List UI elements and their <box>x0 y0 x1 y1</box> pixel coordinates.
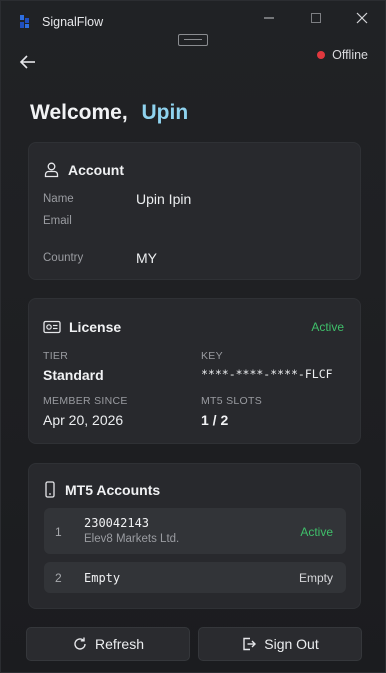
app-title: SignalFlow <box>42 15 104 29</box>
license-key-value: ****-****-****-FLCF <box>201 367 333 381</box>
license-status-badge: Active <box>311 320 344 334</box>
user-icon <box>44 162 59 178</box>
tier-label: TIER <box>43 350 69 362</box>
account-number: 230042143 <box>84 516 150 530</box>
account-card: Account Name Upin Ipin Email Country MY <box>28 142 361 280</box>
connection-status: Offline <box>317 48 368 62</box>
close-button[interactable] <box>350 9 374 27</box>
license-title: License <box>69 319 122 335</box>
minimize-icon <box>264 17 274 19</box>
maximize-button[interactable] <box>304 9 328 27</box>
welcome-username: Upin <box>141 101 189 124</box>
app-window: SignalFlow Offline Welcome, Upin Account… <box>0 0 386 673</box>
close-icon <box>356 12 368 24</box>
account-status-badge: Active <box>300 525 333 539</box>
mt5-account-row[interactable]: 1 230042143 Elev8 Markets Ltd. Active <box>44 508 346 554</box>
refresh-label: Refresh <box>94 636 145 652</box>
mt5-account-row[interactable]: 2 Empty Empty <box>44 562 346 593</box>
tier-value: Standard <box>43 367 104 383</box>
refresh-button[interactable]: Refresh <box>26 627 190 661</box>
sign-out-label: Sign Out <box>264 636 319 652</box>
sign-out-icon <box>243 637 257 651</box>
minimize-button[interactable] <box>257 9 281 27</box>
mt5-slots-value: 1 / 2 <box>201 412 229 428</box>
country-label: Country <box>43 252 84 264</box>
license-card: License Active TIER Standard KEY ****-**… <box>28 298 361 444</box>
account-index: 1 <box>55 525 62 539</box>
key-label: KEY <box>201 350 223 362</box>
maximize-icon <box>311 13 321 23</box>
member-since-label: MEMBER SINCE <box>43 395 128 407</box>
refresh-icon <box>74 637 86 650</box>
account-title: Account <box>68 161 124 178</box>
name-value: Upin Ipin <box>136 191 192 207</box>
status-label: Offline <box>332 48 368 62</box>
sign-out-button[interactable]: Sign Out <box>198 627 362 661</box>
account-card-header: Account <box>43 161 124 178</box>
mt5-title: MT5 Accounts <box>65 482 161 498</box>
email-label: Email <box>43 215 72 227</box>
title-bar[interactable]: SignalFlow <box>1 1 385 37</box>
account-status-badge: Empty <box>298 571 333 585</box>
mt5-card-header: MT5 Accounts <box>43 481 160 499</box>
back-button[interactable] <box>18 52 38 72</box>
drag-handle-icon[interactable] <box>178 34 208 46</box>
status-dot-icon <box>317 51 326 59</box>
member-since-value: Apr 20, 2026 <box>43 412 124 428</box>
country-value: MY <box>136 250 157 266</box>
license-card-header: License <box>43 319 121 335</box>
account-broker: Elev8 Markets Ltd. <box>84 533 180 545</box>
app-logo-icon <box>19 14 31 29</box>
phone-icon <box>45 481 55 498</box>
welcome-greeting: Welcome, <box>30 101 128 124</box>
mt5-slots-label: MT5 SLOTS <box>201 395 263 407</box>
name-label: Name <box>43 193 74 205</box>
account-number: Empty <box>84 571 121 585</box>
welcome-heading: Welcome, Upin <box>30 101 188 125</box>
account-index: 2 <box>55 571 62 585</box>
arrow-left-icon <box>19 55 35 69</box>
mt5-accounts-card: MT5 Accounts 1 230042143 Elev8 Markets L… <box>28 463 361 609</box>
license-certificate-icon <box>43 320 61 333</box>
